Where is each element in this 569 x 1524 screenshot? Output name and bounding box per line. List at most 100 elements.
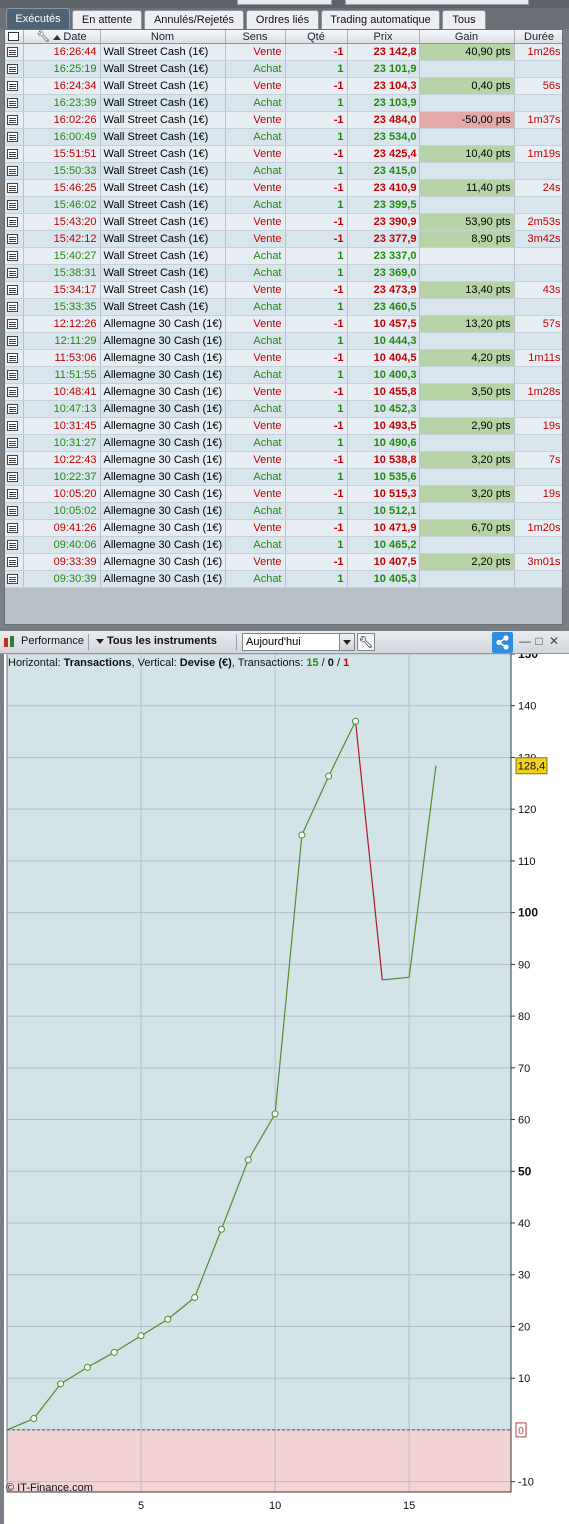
table-row[interactable]: 10:31:27 Allemagne 30 Cash (1€) Achat 1 10 4… (5, 434, 562, 452)
order-detail-icon[interactable] (7, 132, 18, 143)
order-detail-icon[interactable] (7, 353, 18, 364)
column-header-gain[interactable]: Gain (419, 30, 515, 44)
order-detail-icon[interactable] (5, 502, 24, 520)
table-row[interactable]: 10:48:41 Allemagne 30 Cash (1€) Vente -1 10 … (5, 383, 562, 401)
tab-ordres-lies[interactable]: Ordres liés (246, 10, 319, 29)
order-detail-icon[interactable] (5, 332, 24, 350)
order-detail-icon[interactable] (5, 247, 24, 265)
order-detail-icon[interactable] (7, 285, 18, 296)
order-detail-icon[interactable] (5, 213, 24, 231)
table-row[interactable]: 11:51:55 Allemagne 30 Cash (1€) Achat 1 10 4… (5, 366, 562, 384)
order-detail-icon[interactable] (5, 281, 24, 299)
order-detail-icon[interactable] (7, 387, 18, 398)
order-detail-icon[interactable] (7, 268, 18, 279)
order-detail-icon[interactable] (5, 60, 24, 78)
order-detail-icon[interactable] (7, 370, 18, 381)
table-row[interactable]: 10:05:02 Allemagne 30 Cash (1€) Achat 1 10 5… (5, 502, 562, 520)
order-detail-icon[interactable] (5, 400, 24, 418)
table-row[interactable]: 15:34:17 Wall Street Cash (1€) Vente -1 23 4… (5, 281, 562, 299)
chevron-down-icon[interactable] (339, 634, 354, 650)
order-detail-icon[interactable] (7, 489, 18, 500)
order-detail-icon[interactable] (7, 98, 18, 109)
order-detail-icon[interactable] (7, 234, 18, 245)
table-row[interactable]: 15:38:31 Wall Street Cash (1€) Achat 1 23 36… (5, 264, 562, 282)
period-select[interactable]: Aujourd'hui (242, 633, 355, 651)
table-row[interactable]: 16:25:19 Wall Street Cash (1€) Achat 1 23 10… (5, 60, 562, 78)
order-detail-icon[interactable] (7, 149, 18, 160)
top-control-right[interactable] (345, 0, 529, 5)
tab-tous[interactable]: Tous (442, 10, 486, 29)
order-detail-icon[interactable] (7, 421, 18, 432)
table-row[interactable]: 09:33:39 Allemagne 30 Cash (1€) Vente -1 10 … (5, 553, 562, 571)
order-detail-icon[interactable] (5, 349, 24, 367)
minimize-icon[interactable]: — (519, 634, 531, 648)
order-detail-icon[interactable] (7, 302, 18, 313)
tab-trading-automatique[interactable]: Trading automatique (321, 10, 440, 29)
order-detail-icon[interactable] (5, 383, 24, 401)
order-detail-icon[interactable] (7, 336, 18, 347)
order-detail-icon[interactable] (5, 485, 24, 503)
table-row[interactable]: 15:50:33 Wall Street Cash (1€) Achat 1 23 41… (5, 162, 562, 180)
table-row[interactable]: 15:40:27 Wall Street Cash (1€) Achat 1 23 33… (5, 247, 562, 265)
order-detail-icon[interactable] (7, 183, 18, 194)
order-detail-icon[interactable] (5, 417, 24, 435)
order-detail-icon[interactable] (7, 455, 18, 466)
order-detail-icon[interactable] (7, 506, 18, 517)
order-detail-icon[interactable] (7, 47, 18, 58)
table-row[interactable]: 11:53:06 Allemagne 30 Cash (1€) Vente -1 10 … (5, 349, 562, 367)
share-button[interactable] (492, 632, 513, 653)
order-detail-icon[interactable] (7, 251, 18, 262)
table-row[interactable]: 16:02:26 Wall Street Cash (1€) Vente -1 23 4… (5, 111, 562, 129)
table-row[interactable]: 15:46:02 Wall Street Cash (1€) Achat 1 23 39… (5, 196, 562, 214)
order-detail-icon[interactable] (5, 553, 24, 571)
table-row[interactable]: 09:40:06 Allemagne 30 Cash (1€) Achat 1 10 4… (5, 536, 562, 554)
table-row[interactable]: 16:26:44 Wall Street Cash (1€) Vente -1 23 1… (5, 43, 562, 61)
table-row[interactable]: 15:46:25 Wall Street Cash (1€) Vente -1 23 4… (5, 179, 562, 197)
table-row[interactable]: 15:51:51 Wall Street Cash (1€) Vente -1 23 4… (5, 145, 562, 163)
table-row[interactable]: 10:22:37 Allemagne 30 Cash (1€) Achat 1 10 5… (5, 468, 562, 486)
order-detail-icon[interactable] (7, 472, 18, 483)
column-header-duree[interactable]: Durée (514, 30, 562, 44)
order-detail-icon[interactable] (5, 519, 24, 537)
order-detail-icon[interactable] (5, 468, 24, 486)
order-detail-icon[interactable] (7, 81, 18, 92)
tab-annules-rejetes[interactable]: Annulés/Rejetés (144, 10, 244, 29)
table-row[interactable]: 15:33:35 Wall Street Cash (1€) Achat 1 23 46… (5, 298, 562, 316)
instruments-selector[interactable]: Tous les instruments (96, 631, 217, 653)
table-row[interactable]: 12:12:26 Allemagne 30 Cash (1€) Vente -1 10 … (5, 315, 562, 333)
order-detail-icon[interactable] (5, 111, 24, 129)
column-header-prix[interactable]: Prix (347, 30, 420, 44)
order-detail-icon[interactable] (5, 536, 24, 554)
order-detail-icon[interactable] (5, 366, 24, 384)
order-detail-icon[interactable] (5, 298, 24, 316)
order-detail-icon[interactable] (5, 162, 24, 180)
column-header-sens[interactable]: Sens (225, 30, 286, 44)
order-detail-icon[interactable] (5, 77, 24, 95)
tab-en-attente[interactable]: En attente (72, 10, 142, 29)
order-detail-icon[interactable] (5, 128, 24, 146)
order-detail-icon[interactable] (7, 115, 18, 126)
order-detail-icon[interactable] (5, 94, 24, 112)
top-control-left[interactable] (237, 0, 332, 5)
order-detail-icon[interactable] (7, 574, 18, 585)
table-row[interactable]: 16:24:34 Wall Street Cash (1€) Vente -1 23 1… (5, 77, 562, 95)
table-row[interactable]: 15:42:12 Wall Street Cash (1€) Vente -1 23 3… (5, 230, 562, 248)
table-row[interactable]: 09:30:39 Allemagne 30 Cash (1€) Achat 1 10 4… (5, 570, 562, 588)
order-detail-icon[interactable] (5, 434, 24, 452)
order-detail-icon[interactable] (5, 315, 24, 333)
table-settings-icon[interactable] (8, 32, 20, 42)
order-detail-icon[interactable] (5, 451, 24, 469)
table-row[interactable]: 15:43:20 Wall Street Cash (1€) Vente -1 23 3… (5, 213, 562, 231)
order-detail-icon[interactable] (7, 523, 18, 534)
table-row[interactable]: 10:05:20 Allemagne 30 Cash (1€) Vente -1 10 … (5, 485, 562, 503)
table-row[interactable]: 10:22:43 Allemagne 30 Cash (1€) Vente -1 10 … (5, 451, 562, 469)
table-row[interactable]: 09:41:26 Allemagne 30 Cash (1€) Vente -1 10 … (5, 519, 562, 537)
table-row[interactable]: 10:47:13 Allemagne 30 Cash (1€) Achat 1 10 4… (5, 400, 562, 418)
order-detail-icon[interactable] (7, 557, 18, 568)
maximize-icon[interactable]: □ (533, 634, 545, 648)
wrench-icon[interactable]: 🔧︎ (36, 30, 50, 43)
table-row[interactable]: 12:11:29 Allemagne 30 Cash (1€) Achat 1 10 4… (5, 332, 562, 350)
order-detail-icon[interactable] (7, 540, 18, 551)
order-detail-icon[interactable] (5, 196, 24, 214)
table-row[interactable]: 10:31:45 Allemagne 30 Cash (1€) Vente -1 10 … (5, 417, 562, 435)
